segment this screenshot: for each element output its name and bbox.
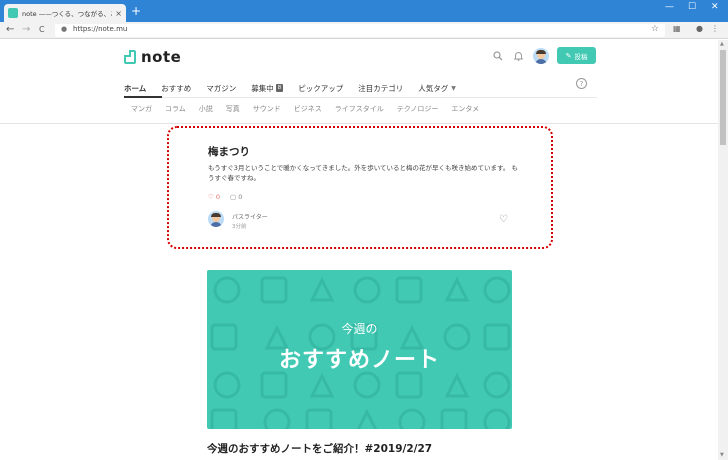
like-heart-icon[interactable]: ♡ bbox=[499, 214, 508, 225]
menu-label: おすすめ bbox=[161, 83, 192, 93]
comment-count[interactable]: ▢ 0 bbox=[230, 193, 242, 201]
user-avatar[interactable] bbox=[533, 48, 549, 64]
menu-item-popular-tags[interactable]: 人気タグ ▼ bbox=[418, 83, 456, 94]
vertical-scrollbar[interactable]: ▲ ▼ bbox=[718, 40, 728, 460]
bookmark-star-icon[interactable]: ☆ bbox=[651, 24, 659, 34]
browser-tab[interactable]: note ——つくる、つながる、とどける。 × bbox=[4, 4, 126, 22]
recommended-banner[interactable]: 今週の おすすめノート bbox=[207, 270, 512, 429]
menu-item-home[interactable]: ホーム bbox=[124, 83, 146, 94]
menu-label: マガジン bbox=[206, 83, 237, 93]
category-bar: マンガ コラム 小説 写真 サウンド ビジネス ライフスタイル テクノロジー エ… bbox=[131, 104, 492, 116]
menu-label: 注目カテゴリ bbox=[358, 83, 404, 93]
extension-icon[interactable]: ▦ bbox=[673, 24, 681, 33]
category-technology[interactable]: テクノロジー bbox=[397, 104, 439, 116]
back-button[interactable]: ← bbox=[6, 23, 14, 37]
category-manga[interactable]: マンガ bbox=[131, 104, 152, 116]
menu-dots-icon[interactable]: ⋮ bbox=[711, 24, 719, 33]
profile-icon[interactable]: ● bbox=[696, 24, 703, 33]
tab-title: note ——つくる、つながる、とどける。 bbox=[22, 10, 112, 18]
comment-count-value: 0 bbox=[238, 193, 243, 201]
search-icon[interactable] bbox=[493, 51, 503, 64]
author-name[interactable]: パスライター bbox=[232, 212, 268, 221]
menu-item-recruiting[interactable]: 募集中 8 bbox=[251, 83, 284, 94]
header-separator bbox=[0, 123, 718, 124]
forward-button[interactable]: → bbox=[22, 23, 30, 37]
article-body: もうすぐ3月ということで暖かくなってきました。外を歩いていると梅の花が早くも咲き… bbox=[208, 164, 518, 182]
close-window-icon[interactable]: ✕ bbox=[711, 2, 719, 12]
maximize-icon[interactable]: ☐ bbox=[688, 2, 696, 12]
menu-label: 人気タグ bbox=[418, 83, 449, 93]
browser-titlebar: note ——つくる、つながる、とどける。 × + — ☐ ✕ bbox=[0, 0, 728, 22]
menu-item-featured-category[interactable]: 注目カテゴリ bbox=[358, 83, 403, 94]
scroll-down-icon[interactable]: ▼ bbox=[720, 452, 724, 458]
post-button[interactable]: ✎ 投稿 bbox=[557, 47, 596, 64]
bell-icon[interactable] bbox=[513, 51, 524, 64]
like-count[interactable]: ♡ 0 bbox=[208, 193, 220, 201]
page-content: note ✎ 投稿 ホーム おすすめ マガジン 募集中 8 ピックアップ 注目カテ… bbox=[0, 40, 718, 460]
comment-icon: ▢ bbox=[230, 193, 237, 201]
recommended-note-title[interactable]: 今週のおすすめノートをご紹介！#2019/2/27 bbox=[207, 441, 432, 456]
banner-line1: 今週の bbox=[341, 322, 378, 336]
menu-label: 募集中 bbox=[251, 83, 274, 93]
reload-button[interactable]: C bbox=[39, 23, 45, 37]
category-photo[interactable]: 写真 bbox=[226, 104, 240, 116]
lock-icon: ● bbox=[61, 25, 68, 33]
category-column[interactable]: コラム bbox=[165, 104, 186, 116]
heart-outline-icon: ♡ bbox=[208, 193, 214, 201]
count-badge: 8 bbox=[275, 84, 284, 92]
url-bar[interactable]: ● https://note.mu ☆ bbox=[55, 24, 665, 37]
category-sound[interactable]: サウンド bbox=[253, 104, 281, 116]
pencil-icon: ✎ bbox=[565, 51, 572, 60]
post-time: 3分前 bbox=[232, 224, 247, 230]
category-novel[interactable]: 小説 bbox=[199, 104, 213, 116]
note-favicon-icon bbox=[8, 8, 18, 18]
caret-down-icon: ▼ bbox=[451, 84, 456, 92]
menu-label: ホーム bbox=[124, 83, 147, 93]
menu-item-magazine[interactable]: マガジン bbox=[206, 83, 236, 94]
category-entertainment[interactable]: エンタメ bbox=[451, 104, 479, 116]
like-count-value: 0 bbox=[215, 193, 221, 201]
scrollbar-thumb[interactable] bbox=[720, 50, 726, 145]
article-card[interactable]: 梅まつり もうすぐ3月ということで暖かくなってきました。外を歩いていると梅の花が… bbox=[167, 126, 553, 249]
category-business[interactable]: ビジネス bbox=[294, 104, 322, 116]
menu-item-recommended[interactable]: おすすめ bbox=[161, 83, 191, 94]
main-menu: ホーム おすすめ マガジン 募集中 8 ピックアップ 注目カテゴリ 人気タグ ▼ bbox=[124, 78, 471, 98]
banner-line2: おすすめノート bbox=[278, 348, 440, 373]
url-text: https://note.mu bbox=[73, 25, 128, 33]
post-button-label: 投稿 bbox=[574, 52, 588, 61]
active-tab-indicator bbox=[124, 96, 162, 98]
scroll-up-icon[interactable]: ▲ bbox=[720, 41, 724, 47]
category-lifestyle[interactable]: ライフスタイル bbox=[335, 104, 384, 116]
address-toolbar: ← → C ● https://note.mu ☆ ▦ ● ⋮ bbox=[0, 22, 728, 39]
note-logo-icon bbox=[124, 50, 136, 64]
menu-item-pickup[interactable]: ピックアップ bbox=[298, 83, 343, 94]
new-tab-button[interactable]: + bbox=[131, 4, 141, 18]
article-title[interactable]: 梅まつり bbox=[208, 144, 250, 159]
author-avatar[interactable] bbox=[208, 211, 224, 227]
logo-text: note bbox=[141, 48, 182, 66]
minimize-icon[interactable]: — bbox=[665, 2, 674, 12]
help-icon[interactable]: ? bbox=[576, 78, 587, 89]
menu-divider bbox=[124, 97, 597, 98]
note-logo[interactable]: note bbox=[124, 48, 182, 66]
menu-label: ピックアップ bbox=[298, 83, 344, 93]
tab-close-icon[interactable]: × bbox=[115, 9, 122, 18]
